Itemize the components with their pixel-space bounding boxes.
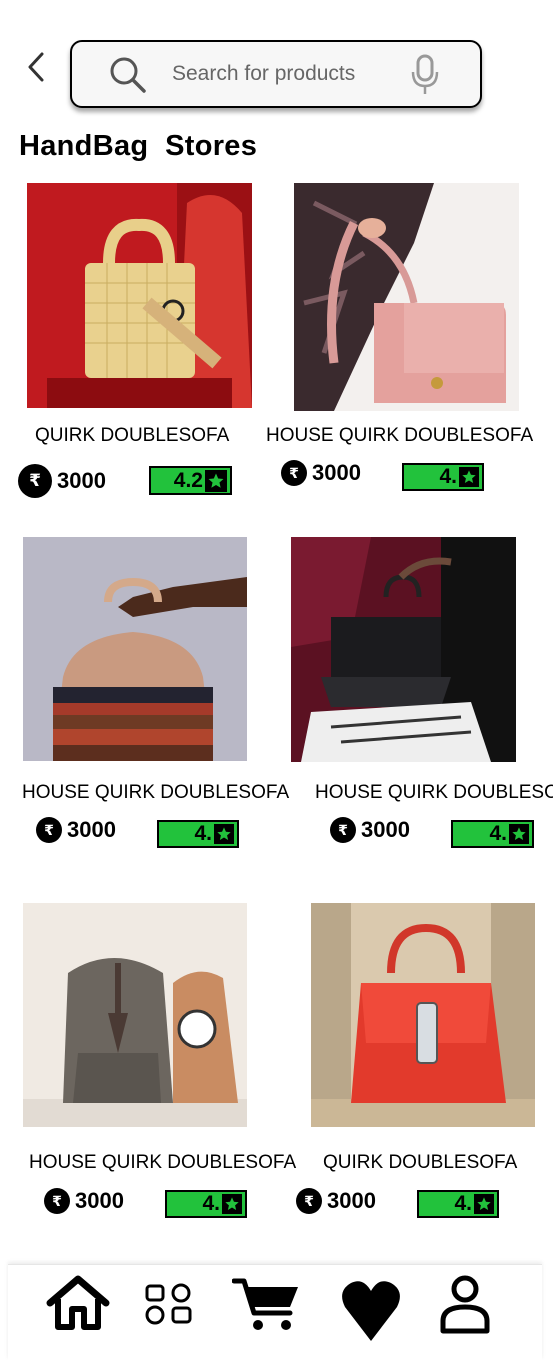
product-image[interactable] <box>294 183 519 411</box>
price-value: 3000 <box>361 817 410 842</box>
product-name: HOUSE QUIRK DOUBLESOFA <box>315 782 553 803</box>
categories-icon[interactable] <box>144 1283 194 1325</box>
product-price: ₹ 3000 <box>18 464 106 498</box>
star-icon <box>222 1194 242 1214</box>
profile-icon[interactable] <box>438 1273 492 1337</box>
rupee-icon: ₹ <box>44 1188 70 1214</box>
rating-value: 4. <box>489 822 507 845</box>
price-value: 3000 <box>327 1188 376 1213</box>
search-bar[interactable] <box>70 40 482 108</box>
page-title: HandBag Stores <box>19 130 258 162</box>
bottom-nav <box>8 1264 542 1360</box>
product-image[interactable] <box>291 537 516 762</box>
product-price: ₹ 3000 <box>36 817 116 843</box>
product-image[interactable] <box>23 537 247 761</box>
rating-badge: 4.2 <box>149 466 232 495</box>
star-icon <box>474 1194 494 1214</box>
rupee-icon: ₹ <box>296 1188 322 1214</box>
price-value: 3000 <box>67 817 116 842</box>
rating-badge: 4. <box>165 1190 247 1218</box>
product-name: QUIRK DOUBLESOFA <box>323 1152 518 1173</box>
price-value: 3000 <box>312 460 361 485</box>
rating-badge: 4. <box>451 820 534 848</box>
mic-icon[interactable] <box>410 54 440 96</box>
heart-icon[interactable] <box>341 1277 401 1343</box>
star-icon <box>459 467 479 487</box>
product-image[interactable] <box>311 903 535 1127</box>
product-name: HOUSE QUIRK DOUBLESOFA <box>22 782 290 803</box>
home-icon[interactable] <box>46 1275 110 1331</box>
rupee-icon: ₹ <box>281 460 307 486</box>
star-icon <box>214 824 234 844</box>
product-image[interactable] <box>23 903 247 1127</box>
rating-value: 4. <box>202 1192 220 1215</box>
rupee-icon: ₹ <box>36 817 62 843</box>
rating-value: 4. <box>439 465 457 488</box>
rupee-icon: ₹ <box>18 464 52 498</box>
rupee-icon: ₹ <box>330 817 356 843</box>
rating-badge: 4. <box>417 1190 499 1218</box>
search-icon[interactable] <box>108 55 148 95</box>
rating-value: 4.2 <box>173 468 203 492</box>
product-name: HOUSE QUIRK DOUBLESOFA <box>266 425 534 446</box>
product-price: ₹ 3000 <box>44 1188 124 1214</box>
product-price: ₹ 3000 <box>281 460 361 486</box>
rating-value: 4. <box>194 822 212 845</box>
cart-icon[interactable] <box>232 1275 302 1333</box>
price-value: 3000 <box>57 468 106 493</box>
product-name: QUIRK DOUBLESOFA <box>35 425 230 446</box>
price-value: 3000 <box>75 1188 124 1213</box>
star-icon <box>509 824 529 844</box>
rating-badge: 4. <box>402 463 484 491</box>
star-icon <box>205 469 227 492</box>
product-price: ₹ 3000 <box>330 817 410 843</box>
product-image[interactable] <box>27 183 252 408</box>
product-price: ₹ 3000 <box>296 1188 376 1214</box>
product-name: HOUSE QUIRK DOUBLESOFA <box>29 1152 297 1173</box>
search-input[interactable] <box>172 56 392 92</box>
back-arrow-icon[interactable] <box>22 50 50 84</box>
rating-badge: 4. <box>157 820 239 848</box>
rating-value: 4. <box>454 1192 472 1215</box>
